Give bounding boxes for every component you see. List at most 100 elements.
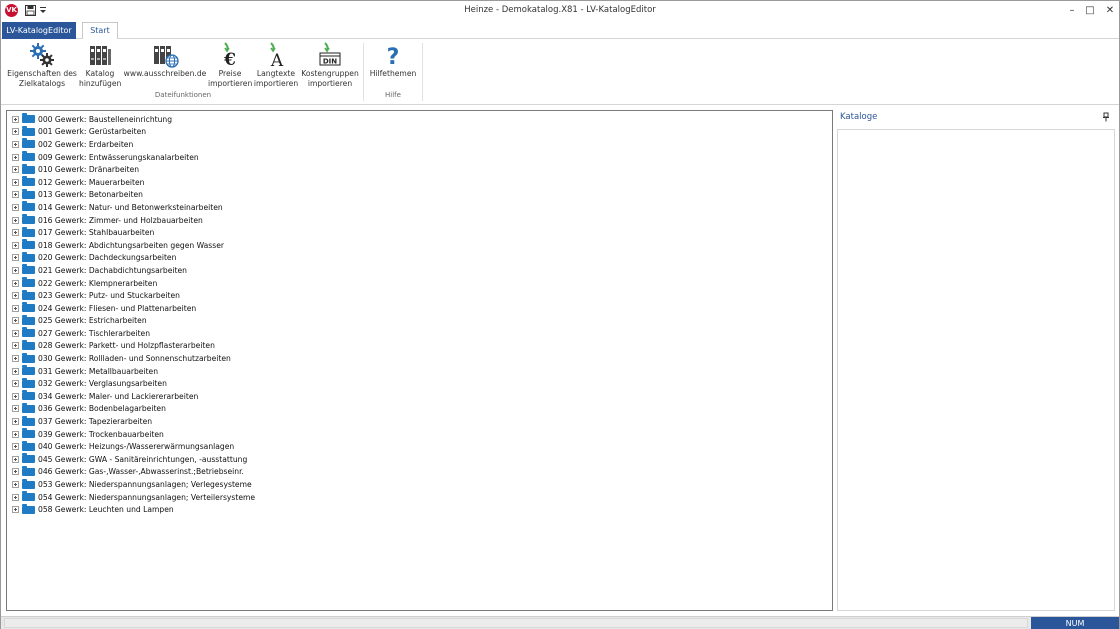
expand-plus-icon[interactable]	[12, 254, 19, 262]
expand-plus-icon[interactable]	[12, 380, 19, 388]
expand-plus-icon[interactable]	[12, 329, 19, 337]
tree-item[interactable]: 027 Gewerk: Tischlerarbeiten	[7, 327, 832, 340]
tree-item[interactable]: 018 Gewerk: Abdichtungsarbeiten gegen Wa…	[7, 239, 832, 252]
tree-item[interactable]: 009 Gewerk: Entwässerungskanalarbeiten	[7, 151, 832, 164]
tree-item[interactable]: 036 Gewerk: Bodenbelagarbeiten	[7, 402, 832, 416]
import-prices-button[interactable]: € Preise importieren	[208, 41, 252, 88]
import-cost-groups-button[interactable]: DIN Kostengruppen importieren	[301, 41, 359, 88]
tree-item[interactable]: 010 Gewerk: Dränarbeiten	[7, 163, 832, 176]
expand-plus-icon[interactable]	[12, 241, 19, 249]
expand-plus-icon[interactable]	[12, 292, 19, 300]
expand-plus-icon[interactable]	[12, 443, 19, 451]
expand-plus-icon[interactable]	[12, 455, 19, 463]
tree-item[interactable]: 013 Gewerk: Betonarbeiten	[7, 188, 832, 202]
tree-item[interactable]: 037 Gewerk: Tapezierarbeiten	[7, 415, 832, 428]
svg-text:€: €	[223, 50, 236, 69]
tab-lv-katalogeditor[interactable]: LV-KatalogEditor	[2, 22, 76, 39]
button-label-line2: importieren	[208, 78, 253, 88]
tree-item[interactable]: 022 Gewerk: Klempnerarbeiten	[7, 277, 832, 290]
tree-item[interactable]: 017 Gewerk: Stahlbauarbeiten	[7, 226, 832, 239]
tree-item[interactable]: 031 Gewerk: Metallbauarbeiten	[7, 365, 832, 378]
tree-item[interactable]: 021 Gewerk: Dachabdichtungsarbeiten	[7, 264, 832, 277]
button-label-line1: Langtexte	[256, 69, 296, 78]
expand-plus-icon[interactable]	[12, 392, 19, 400]
expand-plus-icon[interactable]	[12, 506, 19, 514]
tree-item[interactable]: 025 Gewerk: Estricharbeiten	[7, 314, 832, 328]
tree-item-label: 025 Gewerk: Estricharbeiten	[38, 316, 147, 326]
group-separator	[422, 43, 423, 101]
tree-item[interactable]: 034 Gewerk: Maler- und Lackiererarbeiten	[7, 390, 832, 403]
tree-item[interactable]: 002 Gewerk: Erdarbeiten	[7, 138, 832, 151]
expand-plus-icon[interactable]	[12, 115, 19, 123]
tree-item-label: 040 Gewerk: Heizungs-/Wassererwärmungsan…	[38, 442, 235, 452]
expand-plus-icon[interactable]	[12, 468, 19, 476]
expand-plus-icon[interactable]	[12, 418, 19, 426]
expand-plus-icon[interactable]	[12, 140, 19, 148]
target-catalog-properties-button[interactable]: Eigenschaften des Zielkatalogs	[5, 41, 79, 88]
tree-item-label: 000 Gewerk: Baustelleneinrichtung	[38, 114, 173, 124]
tab-start[interactable]: Start	[82, 22, 118, 40]
tree-item-label: 023 Gewerk: Putz- und Stuckarbeiten	[38, 291, 180, 301]
tree-item[interactable]: 054 Gewerk: Niederspannungsanlagen; Vert…	[7, 491, 832, 504]
expand-plus-icon[interactable]	[12, 304, 19, 312]
tree-item-label: 009 Gewerk: Entwässerungskanalarbeiten	[38, 152, 199, 162]
expand-plus-icon[interactable]	[12, 355, 19, 363]
expand-plus-icon[interactable]	[12, 317, 19, 325]
folder-icon	[22, 365, 35, 376]
import-long-texts-button[interactable]: A Langtexte importieren	[252, 41, 300, 88]
expand-plus-icon[interactable]	[12, 279, 19, 287]
tree-item[interactable]: 000 Gewerk: Baustelleneinrichtung	[7, 113, 832, 126]
folder-icon	[22, 226, 35, 237]
tree-item[interactable]: 039 Gewerk: Trockenbauarbeiten	[7, 428, 832, 441]
folder-icon	[22, 188, 35, 199]
tree-item-label: 010 Gewerk: Dränarbeiten	[38, 165, 140, 175]
gears-icon	[30, 43, 54, 67]
help-topics-button[interactable]: ? Hilfethemen	[367, 41, 419, 80]
expand-plus-icon[interactable]	[12, 216, 19, 224]
tree-item[interactable]: 046 Gewerk: Gas-,Wasser-,Abwasserinst.;B…	[7, 465, 832, 479]
expand-plus-icon[interactable]	[12, 178, 19, 186]
tree-item[interactable]: 045 Gewerk: GWA - Sanitäreinrichtungen, …	[7, 453, 832, 466]
tree-item[interactable]: 058 Gewerk: Leuchten und Lampen	[7, 503, 832, 516]
expand-plus-icon[interactable]	[12, 367, 19, 375]
tree-item[interactable]: 053 Gewerk: Niederspannungsanlagen; Verl…	[7, 478, 832, 491]
tree-item-label: 034 Gewerk: Maler- und Lackiererarbeiten	[38, 391, 199, 401]
expand-plus-icon[interactable]	[12, 493, 19, 501]
tree-item[interactable]: 012 Gewerk: Mauerarbeiten	[7, 176, 832, 189]
add-catalog-button[interactable]: Katalog hinzufügen	[79, 41, 121, 88]
expand-plus-icon[interactable]	[12, 229, 19, 237]
tree-item-label: 054 Gewerk: Niederspannungsanlagen; Vert…	[38, 492, 256, 502]
expand-plus-icon[interactable]	[12, 430, 19, 438]
expand-plus-icon[interactable]	[12, 405, 19, 413]
close-button[interactable]: ✕	[1099, 3, 1120, 19]
tree-item-label: 018 Gewerk: Abdichtungsarbeiten gegen Wa…	[38, 240, 224, 250]
expand-plus-icon[interactable]	[12, 203, 19, 211]
expand-plus-icon[interactable]	[12, 153, 19, 161]
expand-plus-icon[interactable]	[12, 481, 19, 489]
tree-item[interactable]: 030 Gewerk: Rollladen- und Sonnenschutza…	[7, 352, 832, 365]
tree-item[interactable]: 016 Gewerk: Zimmer- und Holzbauarbeiten	[7, 214, 832, 227]
expand-plus-icon[interactable]	[12, 342, 19, 350]
tree-item[interactable]: 024 Gewerk: Fliesen- und Plattenarbeiten	[7, 302, 832, 315]
tree-item[interactable]: 040 Gewerk: Heizungs-/Wassererwärmungsan…	[7, 440, 832, 453]
pin-icon[interactable]	[1101, 112, 1111, 122]
expand-plus-icon[interactable]	[12, 166, 19, 174]
expand-plus-icon[interactable]	[12, 128, 19, 136]
tree-item[interactable]: 032 Gewerk: Verglasungsarbeiten	[7, 377, 832, 390]
expand-plus-icon[interactable]	[12, 266, 19, 274]
tree-item-label: 039 Gewerk: Trockenbauarbeiten	[38, 429, 164, 439]
tree-item[interactable]: 020 Gewerk: Dachdeckungsarbeiten	[7, 251, 832, 265]
ausschreiben-web-button[interactable]: www.ausschreiben.de	[123, 41, 207, 80]
svg-text:A: A	[270, 51, 284, 69]
tree-item-label: 031 Gewerk: Metallbauarbeiten	[38, 366, 159, 376]
catalog-tree-panel[interactable]: 000 Gewerk: Baustelleneinrichtung 001 Gew…	[6, 110, 833, 611]
tree-item-label: 016 Gewerk: Zimmer- und Holzbauarbeiten	[38, 215, 203, 225]
tree-item[interactable]: 001 Gewerk: Gerüstarbeiten	[7, 125, 832, 139]
catalogs-list[interactable]	[837, 129, 1115, 611]
tree-item[interactable]: 028 Gewerk: Parkett- und Holzpflasterarb…	[7, 339, 832, 353]
folder-icon	[22, 478, 35, 489]
expand-plus-icon[interactable]	[12, 191, 19, 199]
tree-item[interactable]: 023 Gewerk: Putz- und Stuckarbeiten	[7, 289, 832, 302]
tree-item[interactable]: 014 Gewerk: Natur- und Betonwerksteinarb…	[7, 201, 832, 214]
maximize-button[interactable]: □	[1079, 3, 1101, 19]
